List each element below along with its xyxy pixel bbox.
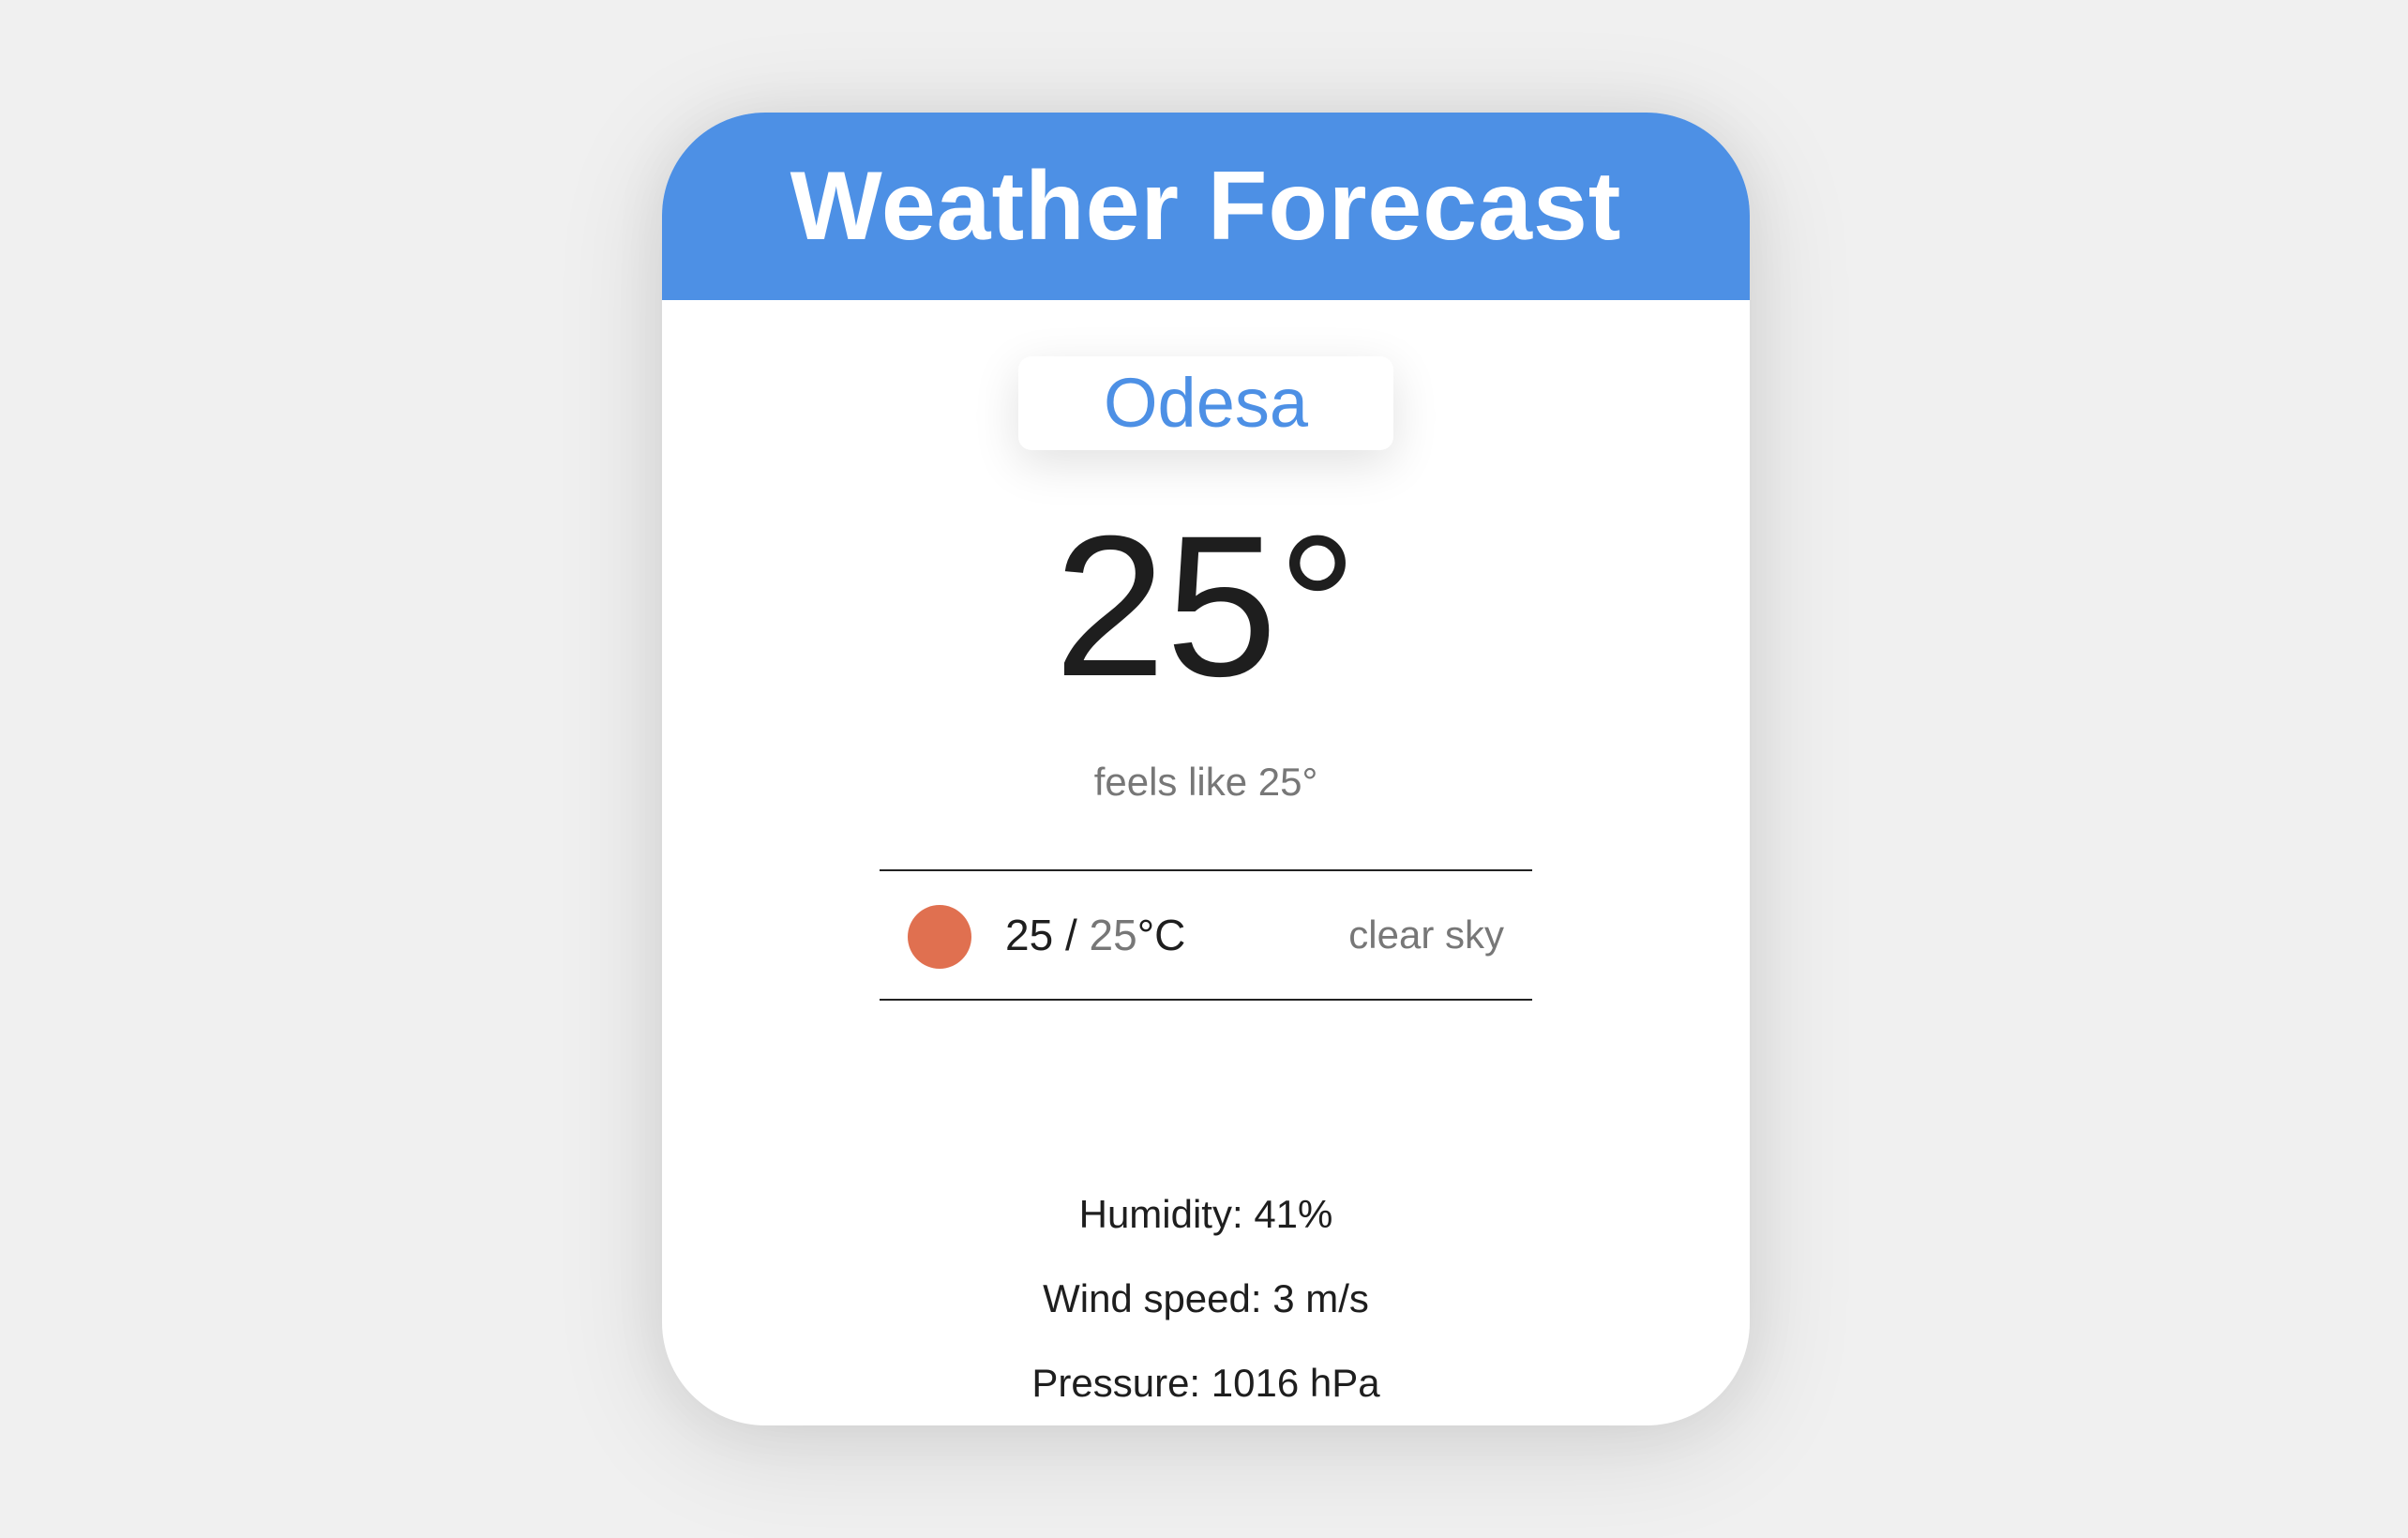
wind-speed-text: Wind speed: 3 m/s [1043,1276,1369,1320]
weather-card: Weather Forecast Odesa 25° feels like 25… [662,113,1750,1425]
page-title: Weather Forecast [790,152,1622,261]
pressure-text: Pressure: 1016 hPa [1031,1361,1380,1405]
min-temperature: 25 [1089,911,1137,959]
city-box[interactable]: Odesa [1018,356,1393,450]
summary-row: 25 / 25 °C clear sky [880,869,1532,1001]
sun-icon [908,905,971,969]
max-temperature: 25 [1005,911,1054,959]
temperature-separator: / [1053,911,1090,959]
min-max-temperature: 25 / 25 °C [1005,871,1185,999]
card-header: Weather Forecast [662,113,1750,300]
humidity-text: Humidity: 41% [1078,1192,1333,1236]
city-name: Odesa [1103,364,1309,442]
weather-details: Humidity: 41% Wind speed: 3 m/s Pressure… [662,1172,1750,1425]
feels-like-text: feels like 25° [1093,760,1318,804]
current-temperature: 25° [1054,494,1358,718]
weather-description: clear sky [1348,912,1504,957]
temperature-unit: °C [1136,911,1186,959]
